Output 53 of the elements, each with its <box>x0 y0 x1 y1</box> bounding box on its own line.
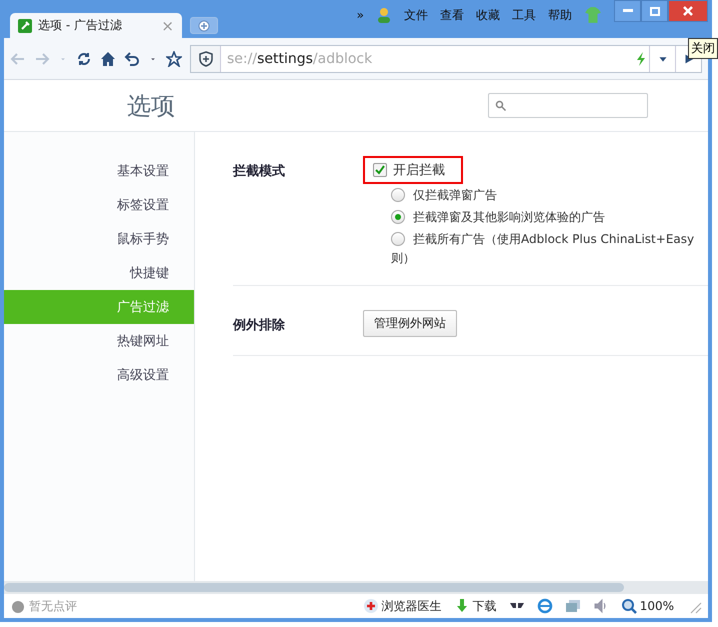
refresh-icon[interactable] <box>76 50 92 66</box>
option-text: 则） <box>391 250 416 267</box>
menu-item[interactable]: 文件 <box>404 6 428 24</box>
sidebar-item[interactable]: 标签设置 <box>4 188 194 222</box>
minimize-button[interactable] <box>614 0 641 22</box>
close-icon <box>683 6 693 16</box>
medical-cross-icon[interactable] <box>362 598 379 614</box>
checkbox[interactable] <box>373 163 387 177</box>
more-menu-button[interactable]: » <box>356 8 364 22</box>
sidebar-item[interactable]: 鼠标手势 <box>4 222 194 256</box>
tooltip: 关闭 <box>688 38 718 59</box>
search-icon[interactable] <box>495 100 507 112</box>
page-title: 选项 <box>126 90 176 122</box>
minimize-icon <box>622 9 632 13</box>
radio-option[interactable]: 仅拦截弹窗广告 <box>391 184 694 206</box>
radio-button[interactable] <box>391 210 405 224</box>
zoom-level[interactable]: 100% <box>640 599 674 613</box>
maximize-icon <box>650 6 660 16</box>
sidebar-item[interactable]: 高级设置 <box>4 358 194 392</box>
section-label: 拦截模式 <box>233 163 286 181</box>
star-icon[interactable] <box>166 50 182 66</box>
new-tab-button[interactable] <box>190 17 218 34</box>
radio-button[interactable] <box>391 232 405 246</box>
radio-button[interactable] <box>391 188 405 202</box>
radio-option[interactable]: 拦截所有广告（使用Adblock Plus ChinaList+Easy <box>391 228 694 250</box>
maximize-button[interactable] <box>641 0 668 22</box>
manage-exceptions-button[interactable]: 管理例外网站 <box>363 310 457 337</box>
address-text: se://settings/adblock <box>226 50 374 66</box>
sidebar-item[interactable]: 热键网址 <box>4 324 194 358</box>
browser-tab[interactable]: 选项 - 广告过滤 × <box>10 13 182 38</box>
radio-option[interactable]: 拦截弹窗及其他影响浏览体验的广告 <box>391 206 694 228</box>
section-label: 例外排除 <box>233 317 286 335</box>
zoom-icon[interactable] <box>620 598 637 614</box>
windows-icon[interactable] <box>564 598 581 614</box>
menu-item[interactable]: 工具 <box>512 6 536 24</box>
undo-icon[interactable] <box>124 50 140 66</box>
menu-item[interactable]: 查看 <box>440 6 464 24</box>
close-button[interactable] <box>668 0 708 22</box>
plus-icon <box>198 20 210 32</box>
menu-item[interactable]: 帮助 <box>548 6 572 24</box>
browser-doctor-link[interactable]: 浏览器医生 <box>382 598 442 614</box>
tab-title: 选项 - 广告过滤 <box>38 17 123 34</box>
search-field[interactable] <box>488 93 648 118</box>
checkbox-option[interactable]: 开启拦截 <box>363 156 463 184</box>
menu-item[interactable]: 收藏 <box>476 6 500 24</box>
scrollbar-thumb[interactable] <box>4 583 624 592</box>
sidebar-item[interactable]: 快捷键 <box>4 256 194 290</box>
home-icon[interactable] <box>100 50 116 66</box>
rating-text: 暂无点评 <box>29 598 77 614</box>
shield-icon[interactable] <box>198 50 214 66</box>
download-link[interactable]: 下载 <box>472 598 497 614</box>
sidebar-item[interactable]: 基本设置 <box>4 154 194 188</box>
user-icon[interactable] <box>376 7 392 23</box>
